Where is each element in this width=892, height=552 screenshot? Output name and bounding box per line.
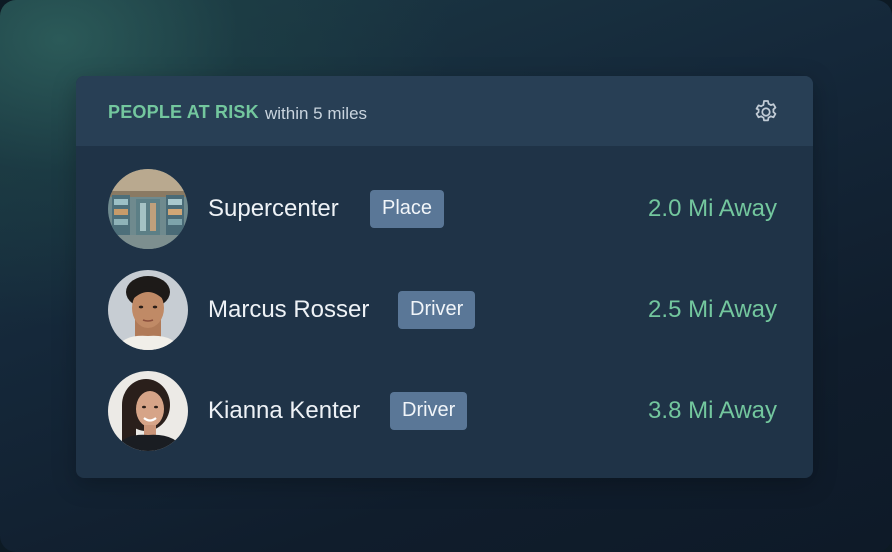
avatar — [108, 270, 188, 350]
row-distance: 2.0 Mi Away — [648, 195, 777, 222]
type-badge: Driver — [398, 291, 476, 329]
person-photo — [108, 270, 188, 350]
row-name: Kianna Kenter — [208, 397, 361, 424]
type-badge: Driver — [390, 392, 468, 430]
panel-title: PEOPLE AT RISK — [108, 102, 259, 122]
people-at-risk-panel: PEOPLE AT RISK within 5 miles Supercente… — [76, 76, 813, 478]
store-photo — [108, 169, 188, 249]
row-distance: 3.8 Mi Away — [648, 397, 777, 424]
row-name: Marcus Rosser — [208, 296, 370, 323]
background: PEOPLE AT RISK within 5 miles Supercente… — [0, 0, 892, 552]
panel-header: PEOPLE AT RISK within 5 miles — [76, 76, 813, 146]
type-badge: Place — [370, 190, 445, 228]
list-item[interactable]: Kianna Kenter Driver 3.8 Mi Away — [76, 371, 813, 451]
row-distance: 2.5 Mi Away — [648, 296, 777, 323]
avatar — [108, 169, 188, 249]
person-photo — [108, 371, 188, 451]
gear-icon — [755, 100, 777, 122]
panel-subtitle: within 5 miles — [265, 104, 368, 123]
list-item[interactable]: Marcus Rosser Driver 2.5 Mi Away — [76, 270, 813, 350]
list-item[interactable]: Supercenter Place 2.0 Mi Away — [76, 169, 813, 249]
avatar — [108, 371, 188, 451]
settings-button[interactable] — [752, 98, 780, 126]
row-name: Supercenter — [208, 195, 339, 222]
